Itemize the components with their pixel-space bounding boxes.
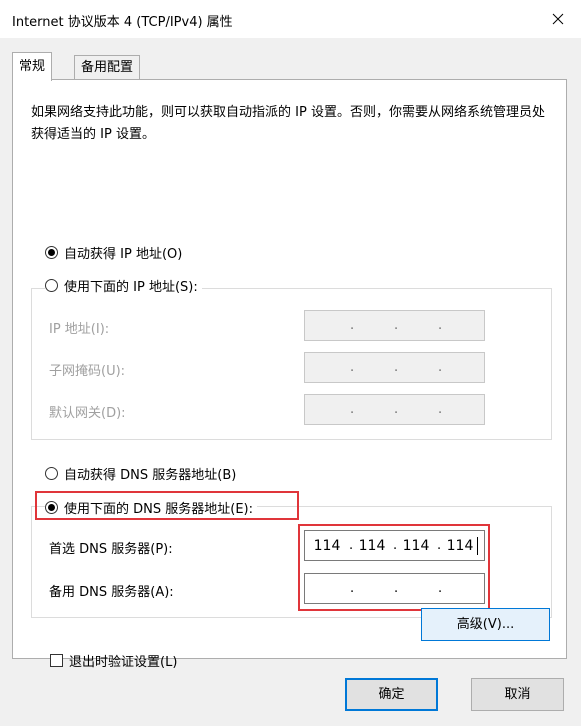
default-gateway-input[interactable]: . . . [304,394,485,425]
auto-dns-radio[interactable]: 自动获得 DNS 服务器地址(B) [45,464,241,483]
title-bar: Internet 协议版本 4 (TCP/IPv4) 属性 [0,0,581,38]
validate-on-exit-checkbox[interactable]: 退出时验证设置(L) [50,651,177,670]
general-tab-panel: 如果网络支持此功能，则可以获取自动指派的 IP 设置。否则，你需要从网络系统管理… [12,79,567,670]
subnet-mask-input[interactable]: . . . [304,352,485,383]
manual-ip-radio[interactable]: 使用下面的 IP 地址(S): [45,276,202,295]
manual-ip-label: 使用下面的 IP 地址(S): [64,280,198,295]
dns-inputs-highlight [298,524,490,611]
cancel-button[interactable]: 取消 [471,678,564,711]
preferred-dns-label: 首选 DNS 服务器(P): [49,542,173,557]
checkbox-indicator [50,654,63,667]
close-button[interactable] [535,0,581,38]
ip-address-label: IP 地址(I): [49,322,110,337]
window-title: Internet 协议版本 4 (TCP/IPv4) 属性 [12,15,233,30]
auto-ip-label: 自动获得 IP 地址(O) [64,247,183,262]
tab-general[interactable]: 常规 [12,52,53,81]
tab-alternate-config[interactable]: 备用配置 [74,55,141,80]
subnet-mask-label: 子网掩码(U): [49,364,126,379]
close-icon [552,13,564,25]
description-text: 如果网络支持此功能，则可以获取自动指派的 IP 设置。否则，你需要从网络系统管理… [31,105,545,142]
default-gateway-label: 默认网关(D): [49,406,126,421]
radio-indicator [45,246,58,259]
radio-indicator [45,467,58,480]
validate-on-exit-label: 退出时验证设置(L) [69,655,178,670]
manual-dns-highlight [35,491,299,520]
auto-ip-radio[interactable]: 自动获得 IP 地址(O) [45,243,187,262]
radio-indicator [45,279,58,292]
alternate-dns-label: 备用 DNS 服务器(A): [49,585,174,600]
dialog-body: 常规 备用配置 如果网络支持此功能，则可以获取自动指派的 IP 设置。否则，你需… [0,38,581,726]
ok-button[interactable]: 确定 [345,678,438,711]
auto-dns-label: 自动获得 DNS 服务器地址(B) [64,468,237,483]
ip-address-input[interactable]: . . . [304,310,485,341]
advanced-button[interactable]: 高级(V)... [421,608,550,641]
